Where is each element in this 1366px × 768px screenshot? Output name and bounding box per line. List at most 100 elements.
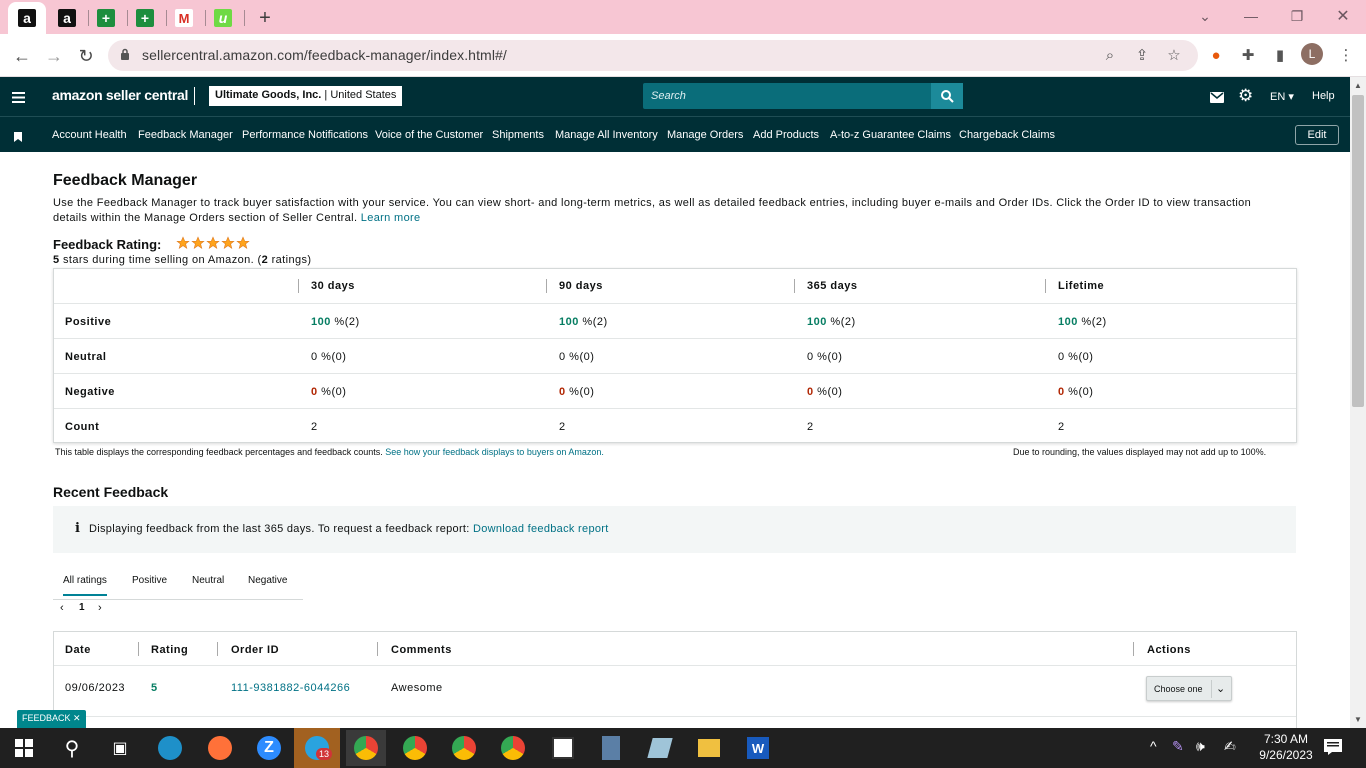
restore-icon[interactable]: ❐	[1274, 4, 1320, 28]
nav-performance-notifications[interactable]: Performance Notifications	[242, 129, 368, 141]
windows-start-icon[interactable]	[4, 732, 44, 764]
tab-all-ratings[interactable]: All ratings	[63, 575, 107, 596]
amazon-icon: a	[58, 9, 76, 27]
tab-upwork[interactable]: u	[204, 4, 242, 32]
tab-amazon[interactable]: a	[48, 4, 86, 32]
page-scrollbar[interactable]: ▲ ▼	[1350, 77, 1366, 728]
search-button[interactable]	[931, 83, 963, 109]
download-report-link[interactable]: Download feedback report	[473, 523, 609, 535]
tab-positive[interactable]: Positive	[132, 575, 167, 586]
table-row: Negative 0 %(0) 0 %(0) 0 %(0) 0 %(0)	[54, 373, 1296, 408]
chrome-profile-2-icon[interactable]	[444, 732, 484, 764]
info-icon: i	[75, 521, 80, 536]
nav-manage-orders[interactable]: Manage Orders	[667, 129, 743, 141]
minimize-icon[interactable]: —	[1228, 4, 1274, 28]
clock[interactable]: 7:30 AM 9/26/2023	[1256, 731, 1316, 763]
nav-feedback-manager[interactable]: Feedback Manager	[138, 129, 233, 141]
close-icon[interactable]: ✕	[1320, 4, 1366, 28]
tray-chevron-up-icon[interactable]: ^	[1150, 738, 1157, 754]
profile-avatar[interactable]: L	[1301, 43, 1323, 65]
bookmark-icon[interactable]	[14, 129, 22, 147]
tab-sheet-2[interactable]: +	[126, 4, 164, 32]
word-icon[interactable]: W	[738, 732, 778, 764]
spreadsheet-app-icon[interactable]	[543, 732, 583, 764]
account-switcher[interactable]: Ultimate Goods, Inc. | United States	[209, 86, 403, 106]
task-view-icon[interactable]: ▣	[100, 732, 140, 764]
reload-icon[interactable]: ↻	[72, 42, 100, 70]
lock-icon	[120, 48, 130, 60]
bookmark-star-icon[interactable]: ☆	[1162, 43, 1186, 67]
notepad-icon[interactable]	[640, 732, 680, 764]
volume-icon[interactable]: 🕪	[1196, 738, 1205, 755]
hamburger-menu-icon[interactable]	[12, 90, 25, 103]
tab-negative[interactable]: Negative	[248, 575, 287, 586]
mail-icon[interactable]	[1210, 90, 1224, 108]
col-90-days: 90 days	[559, 280, 603, 292]
learn-more-link[interactable]: Learn more	[361, 212, 421, 224]
order-id-link[interactable]: 111-9381882-6044266	[231, 682, 350, 694]
col-365-days: 365 days	[807, 280, 858, 292]
table-footnote: This table displays the corresponding fe…	[55, 447, 604, 457]
scroll-up-icon[interactable]: ▲	[1354, 81, 1362, 90]
edge-icon[interactable]	[150, 732, 190, 764]
taskbar-search-icon[interactable]: ⚲	[52, 732, 92, 764]
tab-gmail[interactable]: M	[165, 4, 203, 32]
browser-tab-strip: a a + + M u + ⌄ — ❐ ✕	[0, 0, 1366, 34]
file-explorer-icon[interactable]	[689, 732, 729, 764]
back-icon[interactable]: ←	[8, 42, 36, 70]
col-lifetime: Lifetime	[1058, 280, 1105, 292]
language-selector[interactable]: EN ▾	[1270, 90, 1294, 103]
gmail-icon: M	[175, 9, 193, 27]
next-page-icon[interactable]: ›	[98, 602, 102, 614]
col-30-days: 30 days	[311, 280, 355, 292]
pen-icon[interactable]: ✍	[1224, 738, 1236, 755]
firefox-icon[interactable]	[200, 732, 240, 764]
tab-neutral[interactable]: Neutral	[192, 575, 224, 586]
side-panel-icon[interactable]: ▮	[1268, 43, 1292, 67]
share-icon[interactable]: ⇪	[1130, 43, 1154, 67]
tray-feather-icon[interactable]: ✎	[1172, 738, 1184, 755]
scroll-down-icon[interactable]: ▼	[1354, 715, 1362, 724]
notification-center-icon[interactable]	[1324, 739, 1342, 760]
forward-icon[interactable]: →	[40, 42, 68, 70]
page-number[interactable]: 1	[79, 602, 85, 613]
nav-a-to-z-claims[interactable]: A-to-z Guarantee Claims	[830, 129, 951, 141]
edit-nav-button[interactable]: Edit	[1295, 125, 1339, 145]
zoom-app-icon[interactable]: Z	[249, 732, 289, 764]
see-how-feedback-link[interactable]: See how your feedback displays to buyers…	[385, 447, 604, 457]
chrome-profile-icon[interactable]	[395, 732, 435, 764]
tab-sheet[interactable]: +	[87, 4, 125, 32]
new-tab-button[interactable]: +	[246, 4, 284, 32]
chrome-profile-3-icon[interactable]	[493, 732, 533, 764]
prev-page-icon[interactable]: ‹	[60, 602, 64, 614]
telegram-icon[interactable]: 13	[294, 728, 340, 768]
nav-add-products[interactable]: Add Products	[753, 129, 819, 141]
settings-gear-icon[interactable]: ⚙	[1238, 86, 1253, 106]
search-input[interactable]: Search	[643, 83, 931, 109]
page-title: Feedback Manager	[53, 172, 198, 189]
feedback-rating-label: Feedback Rating:	[53, 237, 162, 252]
feedback-tab-button[interactable]: FEEDBACK ✕	[17, 710, 86, 728]
amazon-seller-central-logo[interactable]: amazon seller central	[52, 87, 188, 103]
calculator-icon[interactable]	[591, 732, 631, 764]
green-plus-icon: +	[136, 9, 154, 27]
page-description: Use the Feedback Manager to track buyer …	[53, 197, 1252, 224]
extension-fire-icon[interactable]: ●	[1204, 43, 1228, 67]
help-link[interactable]: Help	[1312, 90, 1335, 102]
extensions-puzzle-icon[interactable]: ✚	[1236, 43, 1260, 67]
action-dropdown[interactable]: Choose one ⌄	[1146, 676, 1232, 701]
menu-dots-icon[interactable]: ⋮	[1334, 43, 1358, 67]
zoom-icon[interactable]: ⌕	[1098, 43, 1122, 67]
chrome-icon[interactable]	[346, 730, 386, 766]
tab-search-icon[interactable]: ⌄	[1182, 4, 1228, 28]
nav-account-health[interactable]: Account Health	[52, 129, 127, 141]
browser-toolbar: ← → ↻ sellercentral.amazon.com/feedback-…	[0, 34, 1366, 77]
nav-voice-of-the-customer[interactable]: Voice of the Customer	[375, 129, 483, 141]
address-bar[interactable]: sellercentral.amazon.com/feedback-manage…	[108, 40, 1198, 71]
nav-manage-all-inventory[interactable]: Manage All Inventory	[555, 129, 658, 141]
nav-chargeback-claims[interactable]: Chargeback Claims	[959, 129, 1055, 141]
tab-amazon-active[interactable]: a	[8, 2, 46, 34]
scroll-thumb[interactable]	[1352, 95, 1364, 407]
nav-shipments[interactable]: Shipments	[492, 129, 544, 141]
info-banner: i Displaying feedback from the last 365 …	[53, 506, 1296, 553]
